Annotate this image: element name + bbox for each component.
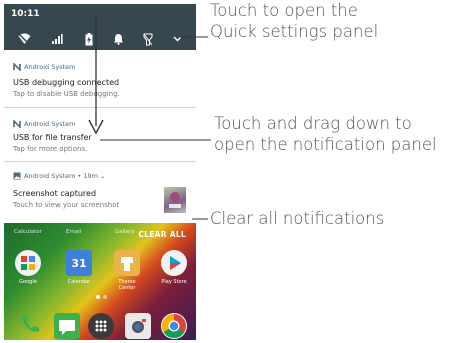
callout-line: Touch and drag down to [214, 114, 412, 133]
callout-clear-all: Clear all notifications [210, 209, 385, 228]
callout-notification-panel: Touch and drag down to open the notifica… [214, 113, 437, 155]
callout-quick-settings: Touch to open the Quick settings panel [210, 0, 378, 42]
callout-line: Quick settings panel [210, 22, 379, 41]
callout-line: Touch to open the [210, 1, 358, 20]
callout-line: open the notification panel [214, 135, 437, 154]
annotation-lines [88, 16, 211, 220]
